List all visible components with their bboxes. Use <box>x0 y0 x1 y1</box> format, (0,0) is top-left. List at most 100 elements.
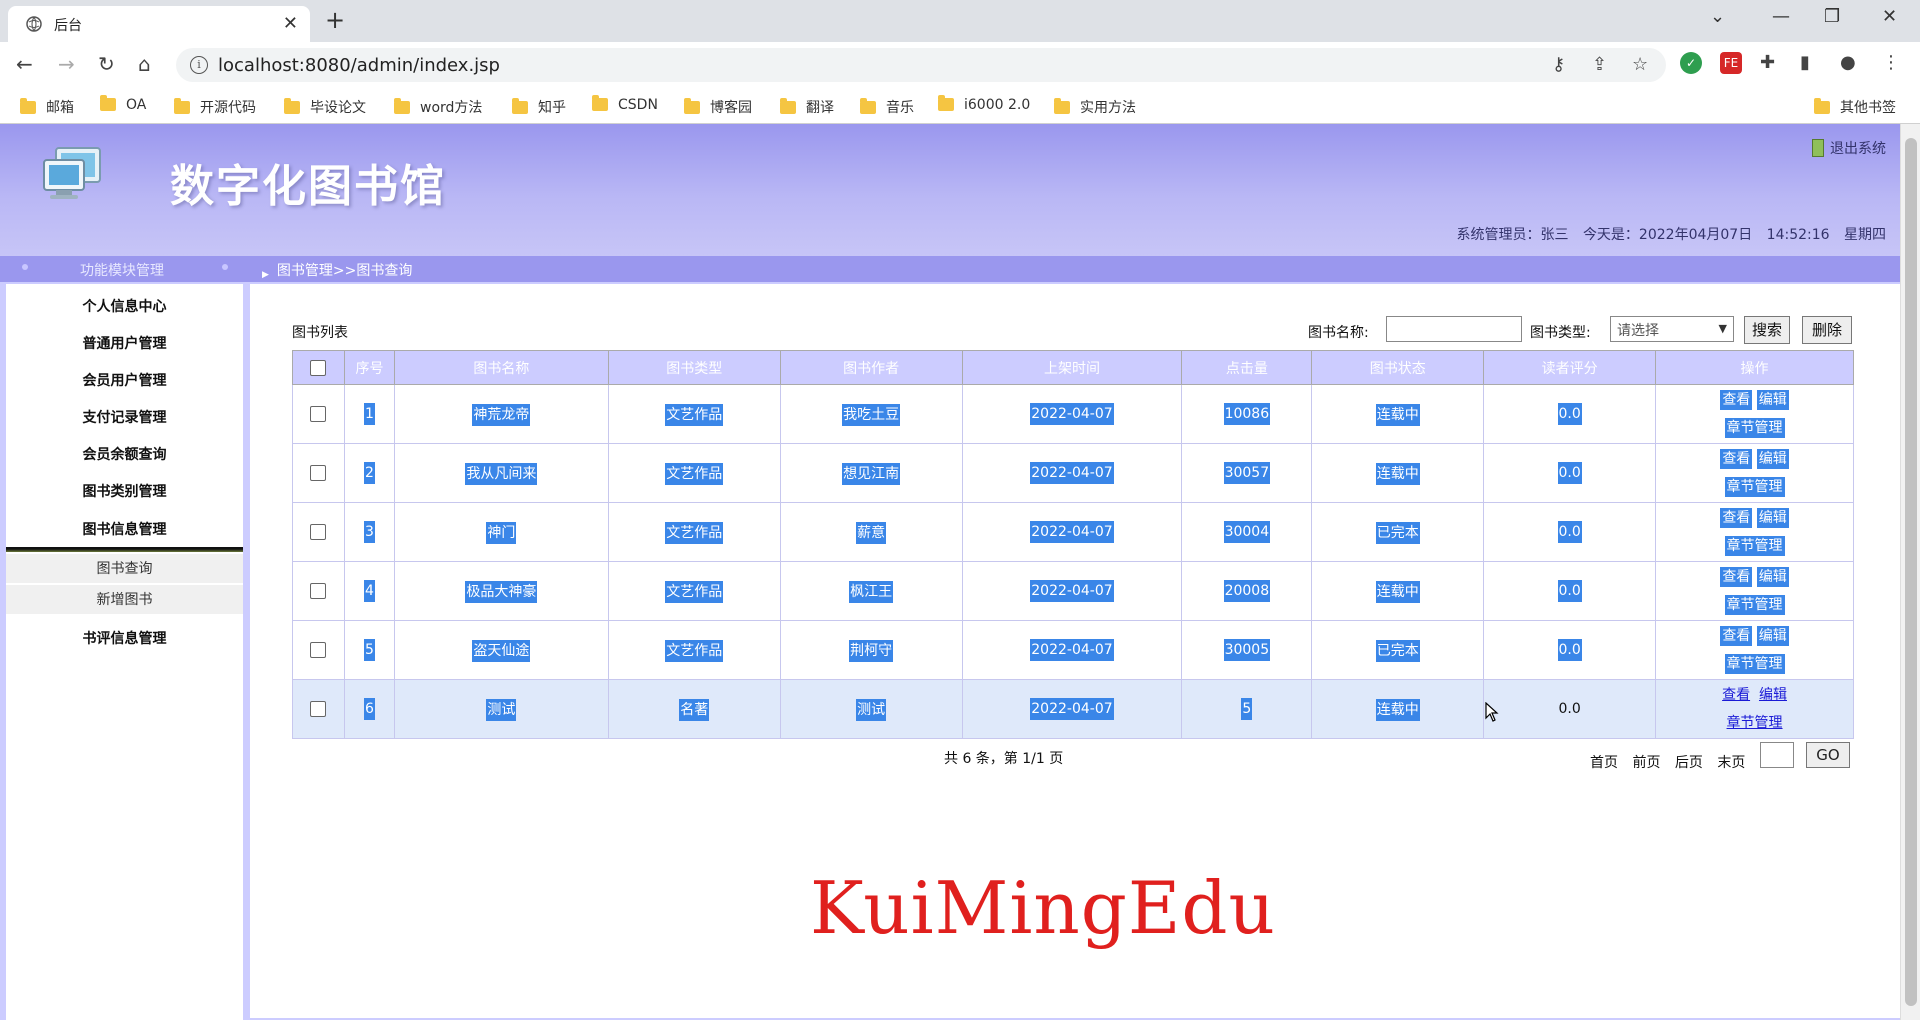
row-checkbox[interactable] <box>310 465 327 481</box>
cell-status: 已完本 <box>1311 620 1485 680</box>
chapters-link[interactable]: 章节管理 <box>1724 595 1785 615</box>
minimize-icon[interactable]: — <box>1772 6 1790 27</box>
fe-extension-icon[interactable]: FE <box>1720 52 1742 74</box>
sidebar-item-users[interactable]: 普通用户管理 <box>6 333 243 353</box>
row-checkbox[interactable] <box>310 406 327 422</box>
submenu-book-query[interactable]: 图书查询 <box>6 554 243 584</box>
profile-icon[interactable]: ● <box>1840 52 1856 73</box>
back-icon[interactable]: ← <box>16 52 33 76</box>
new-tab-icon[interactable]: + <box>325 6 345 34</box>
book-type-select[interactable]: 请选择 ▼ <box>1610 316 1734 342</box>
go-button[interactable]: GO <box>1806 742 1850 768</box>
address-bar[interactable]: i localhost:8080/admin/index.jsp ⚷ ⇪ ☆ <box>176 48 1666 82</box>
chapters-link[interactable]: 章节管理 <box>1727 715 1783 731</box>
site-info-icon[interactable]: i <box>190 56 208 74</box>
sidebar-item-book-info[interactable]: 图书信息管理 <box>6 519 243 539</box>
row-checkbox[interactable] <box>310 642 327 658</box>
cell-date: 2022-04-07 <box>961 620 1183 680</box>
site-title: 数字化图书馆 <box>170 161 446 212</box>
sidebar-item-payments[interactable]: 支付记录管理 <box>6 407 243 427</box>
edit-link[interactable]: 编辑 <box>1756 626 1789 646</box>
search-name-input[interactable] <box>1386 316 1522 342</box>
view-link[interactable]: 查看 <box>1722 687 1750 703</box>
pager-first[interactable]: 首页 <box>1590 755 1618 771</box>
side-panel-icon[interactable]: ▮ <box>1800 52 1810 73</box>
view-link[interactable]: 查看 <box>1720 449 1753 469</box>
bookmark-folder[interactable]: 音乐 <box>860 97 914 117</box>
bookmark-folder[interactable]: 开源代码 <box>174 97 256 117</box>
row-checkbox[interactable] <box>310 524 327 540</box>
table-row: 6 测试 名著 测试 2022-04-07 5 连载中 0.0 查看 编辑 章节… <box>292 679 1854 739</box>
menu-kebab-icon[interactable]: ⋮ <box>1882 52 1900 73</box>
view-link[interactable]: 查看 <box>1720 567 1753 587</box>
puzzle-icon[interactable]: ✚ <box>1760 52 1775 73</box>
browser-tabstrip: 后台 ✕ + ⌄ — ❐ ✕ <box>0 0 1920 42</box>
bookmark-folder[interactable]: OA <box>100 95 146 113</box>
computer-monitor-icon <box>43 147 101 199</box>
page-scrollbar[interactable] <box>1900 124 1920 1020</box>
pager-prev[interactable]: 前页 <box>1632 755 1660 771</box>
cell-name: 盗天仙途 <box>393 620 609 680</box>
pager-next[interactable]: 后页 <box>1675 755 1703 771</box>
bookmark-folder[interactable]: word方法 <box>394 97 482 117</box>
delete-button[interactable]: 删除 <box>1802 316 1852 344</box>
home-icon[interactable]: ⌂ <box>138 52 151 76</box>
row-checkbox[interactable] <box>310 701 327 717</box>
page-number-input[interactable] <box>1760 742 1794 768</box>
chapters-link[interactable]: 章节管理 <box>1724 536 1785 556</box>
search-button[interactable]: 搜索 <box>1744 316 1790 344</box>
cell-clicks: 30057 <box>1181 443 1313 503</box>
sidebar-item-balance[interactable]: 会员余额查询 <box>6 444 243 464</box>
view-link[interactable]: 查看 <box>1720 508 1753 528</box>
bookmark-folder[interactable]: 邮箱 <box>20 97 74 117</box>
bookmark-folder[interactable]: 翻译 <box>780 97 834 117</box>
view-link[interactable]: 查看 <box>1720 626 1753 646</box>
bookmark-folder[interactable]: 毕设论文 <box>284 97 366 117</box>
bookmark-star-icon[interactable]: ☆ <box>1632 54 1648 75</box>
column-header: 读者评分 <box>1483 350 1657 385</box>
window-close-icon[interactable]: ✕ <box>1882 6 1897 27</box>
key-icon[interactable]: ⚷ <box>1552 54 1565 75</box>
tab-search-icon[interactable]: ⌄ <box>1710 6 1725 27</box>
bookmark-folder[interactable]: 实用方法 <box>1054 97 1136 117</box>
restore-icon[interactable]: ❐ <box>1824 6 1840 27</box>
shield-extension-icon[interactable]: ✓ <box>1680 52 1702 74</box>
chevron-down-icon: ▼ <box>1718 322 1727 335</box>
scrollbar-thumb[interactable] <box>1905 138 1917 1006</box>
row-select-cell <box>292 620 345 680</box>
chapters-link[interactable]: 章节管理 <box>1724 477 1785 497</box>
cell-status: 连载中 <box>1311 384 1485 444</box>
cell-id: 3 <box>343 502 395 562</box>
chapters-link[interactable]: 章节管理 <box>1724 654 1785 674</box>
reload-icon[interactable]: ↻ <box>98 52 115 76</box>
share-icon[interactable]: ⇪ <box>1592 54 1607 75</box>
cell-author: 荆柯守 <box>779 620 963 680</box>
select-all-checkbox[interactable] <box>310 359 327 376</box>
cell-ops: 查看 编辑 章节管理 <box>1655 443 1854 503</box>
bookmark-folder[interactable]: i6000 2.0 <box>938 95 1030 113</box>
edit-link[interactable]: 编辑 <box>1756 449 1789 469</box>
bookmark-folder[interactable]: 知乎 <box>512 97 566 117</box>
edit-link[interactable]: 编辑 <box>1756 567 1789 587</box>
row-checkbox[interactable] <box>310 583 327 599</box>
folder-icon <box>100 95 116 111</box>
bookmark-folder[interactable]: 博客园 <box>684 97 752 117</box>
edit-link[interactable]: 编辑 <box>1756 508 1789 528</box>
forward-icon[interactable]: → <box>58 52 75 76</box>
other-bookmarks-folder[interactable]: 其他书签 <box>1814 97 1896 117</box>
sidebar-item-reviews[interactable]: 书评信息管理 <box>6 628 243 648</box>
edit-link[interactable]: 编辑 <box>1756 390 1789 410</box>
submenu-add-book[interactable]: 新增图书 <box>6 585 243 615</box>
chapters-link[interactable]: 章节管理 <box>1724 418 1785 438</box>
view-link[interactable]: 查看 <box>1720 390 1753 410</box>
logout-link[interactable]: 退出系统 <box>1812 138 1886 158</box>
edit-link[interactable]: 编辑 <box>1759 687 1787 703</box>
sidebar-item-members[interactable]: 会员用户管理 <box>6 370 243 390</box>
sidebar-item-personal[interactable]: 个人信息中心 <box>6 296 243 316</box>
sidebar-item-book-category[interactable]: 图书类别管理 <box>6 481 243 501</box>
cell-author: 枫江王 <box>779 561 963 621</box>
tab-close-icon[interactable]: ✕ <box>283 13 298 34</box>
pager-last[interactable]: 末页 <box>1717 755 1745 771</box>
browser-tab[interactable]: 后台 ✕ <box>8 6 310 42</box>
bookmark-folder[interactable]: CSDN <box>592 95 658 113</box>
